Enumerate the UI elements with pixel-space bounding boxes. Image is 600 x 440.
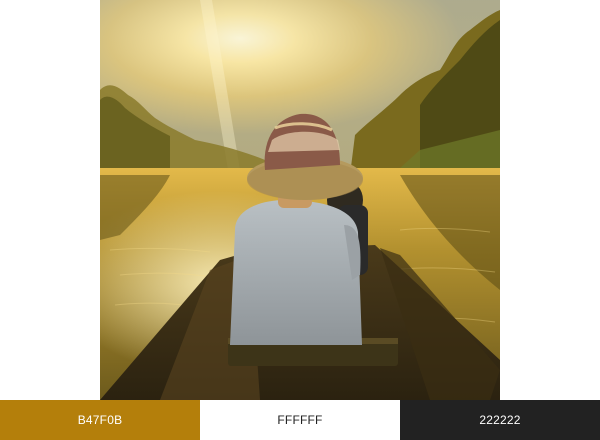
swatch-3: 222222 xyxy=(400,400,600,440)
canoe-sunrise-image xyxy=(100,0,500,400)
swatch-1: B47F0B xyxy=(0,400,200,440)
swatch-3-label: 222222 xyxy=(479,413,521,427)
swatch-2: FFFFFF xyxy=(200,400,400,440)
swatch-2-label: FFFFFF xyxy=(277,413,323,427)
swatch-1-label: B47F0B xyxy=(77,413,123,427)
color-palette: B47F0B FFFFFF 222222 xyxy=(0,400,600,440)
photo xyxy=(100,0,500,400)
